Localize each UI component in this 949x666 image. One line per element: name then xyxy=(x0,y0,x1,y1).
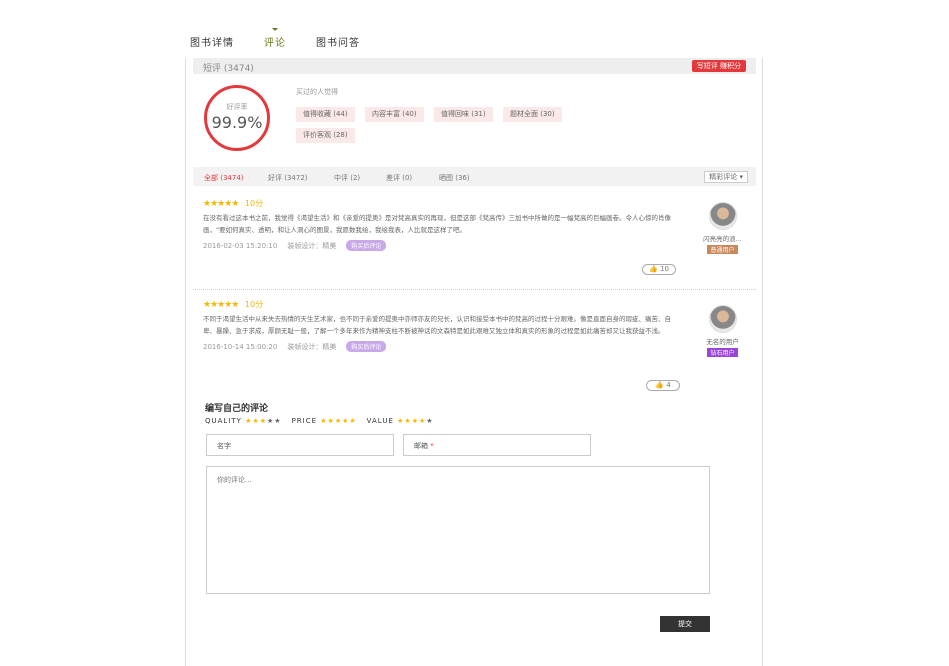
required-mark: * xyxy=(430,442,434,450)
write-review-title: 编写自己的评论 xyxy=(205,404,269,414)
filter-all[interactable]: 全部 (3474) xyxy=(204,173,244,183)
rating-inputs: QUALITY ★★★★★ PRICE ★★★★★ VALUE ★★★★★ xyxy=(205,417,434,425)
review-stars: ★★★★★ xyxy=(203,300,239,310)
review-item: ★★★★★ 10分 不同于渴望生活中从来失去热情的天生艺术家，也不同于亲爱的提奥… xyxy=(203,299,675,352)
price-label: PRICE xyxy=(291,417,318,425)
filter-bad[interactable]: 差评 (0) xyxy=(386,173,412,183)
detail-tabs: 图书详情 评论 图书问答 xyxy=(190,28,360,49)
review-text: 不同于渴望生活中从来失去热情的天生艺术家，也不同于亲爱的提奥中亦师亦友的兄长，认… xyxy=(203,315,671,335)
price-stars[interactable]: ★★★★★ xyxy=(320,417,356,425)
review-date: 2016-02-03 15:20:10 xyxy=(203,241,278,250)
review-score: 10分 xyxy=(244,199,264,208)
write-review-button[interactable]: 写短评 赚积分 xyxy=(691,60,746,72)
quality-rating: QUALITY ★★★★★ xyxy=(205,417,282,425)
user-name[interactable]: 闪亮亮的浪... xyxy=(700,233,745,243)
purchase-badge: 购买后评论 xyxy=(346,240,387,251)
submit-button[interactable]: 提交 xyxy=(660,616,710,632)
positive-rate-circle: 好评率 99.9% xyxy=(204,85,270,151)
email-label: 邮箱 xyxy=(414,442,428,450)
price-rating: PRICE ★★★★★ xyxy=(292,417,357,425)
like-button[interactable]: 👍 4 xyxy=(646,380,680,391)
review-score: 10分 xyxy=(244,300,264,309)
email-field[interactable]: 邮箱 * xyxy=(403,434,591,456)
review-item: ★★★★★ 10分 在没有看过这本书之前，我觉得《渴望生活》和《亲爱的提奥》是对… xyxy=(203,198,675,251)
sort-select[interactable]: 精彩评论 ▾ xyxy=(704,171,748,183)
tag-objective[interactable]: 评价客观 (28) xyxy=(296,128,355,143)
like-count: 4 xyxy=(666,381,671,389)
tab-book-qa[interactable]: 图书问答 xyxy=(316,34,360,49)
like-button[interactable]: 👍 10 xyxy=(642,264,676,275)
thumbs-up-icon: 👍 xyxy=(655,381,664,389)
tag-collectible[interactable]: 值得收藏 (44) xyxy=(296,107,355,122)
like-count: 10 xyxy=(660,265,669,273)
tag-comprehensive[interactable]: 题材全面 (30) xyxy=(503,107,562,122)
name-label: 名字 xyxy=(217,442,231,450)
short-reviews-count: (3474) xyxy=(223,64,254,74)
comment-textarea[interactable]: 你的评论... xyxy=(206,466,710,594)
thumbs-up-icon: 👍 xyxy=(649,265,658,273)
review-meta: 2016-10-14 15:00:20 装帧设计：精美 购买后评论 xyxy=(203,341,675,352)
short-reviews-label: 短评 xyxy=(203,64,222,74)
avatar[interactable] xyxy=(708,202,737,230)
review-binding: 装帧设计：精美 xyxy=(287,241,337,250)
quality-stars[interactable]: ★★★★★ xyxy=(245,417,281,425)
review-user: 闪亮亮的浪... 普通用户 xyxy=(700,202,745,254)
review-stars: ★★★★★ xyxy=(203,199,239,209)
review-filter-bar: 全部 (3474) 好评 (3472) 中评 (2) 差评 (0) 晒图 (36… xyxy=(193,167,756,186)
buyers-think-label: 买过的人觉得 xyxy=(296,88,338,96)
filter-medium[interactable]: 中评 (2) xyxy=(334,173,360,183)
value-rating: VALUE ★★★★★ xyxy=(367,417,434,425)
quality-label: QUALITY xyxy=(205,417,242,425)
review-text: 在没有看过这本书之前，我觉得《渴望生活》和《亲爱的提奥》是对梵高真实的再现，但是… xyxy=(203,214,671,234)
positive-rate-label: 好评率 xyxy=(226,103,248,111)
divider xyxy=(193,289,756,290)
review-user: 无名的用户 钻石用户 xyxy=(700,305,745,357)
review-meta: 2016-02-03 15:20:10 装帧设计：精美 购买后评论 xyxy=(203,240,675,251)
value-label: VALUE xyxy=(366,417,394,425)
name-field[interactable]: 名字 xyxy=(206,434,394,456)
purchase-badge: 购买后评论 xyxy=(346,341,387,352)
tab-reviews[interactable]: 评论 xyxy=(264,28,286,49)
short-reviews-header: 短评 (3474) 写短评 赚积分 xyxy=(193,58,756,74)
user-level-badge: 普通用户 xyxy=(707,245,738,254)
tag-worth-savoring[interactable]: 值得回味 (31) xyxy=(434,107,493,122)
value-stars[interactable]: ★★★★★ xyxy=(397,417,433,425)
avatar[interactable] xyxy=(708,305,737,333)
tag-rich-content[interactable]: 内容丰富 (40) xyxy=(365,107,424,122)
tab-book-details[interactable]: 图书详情 xyxy=(190,34,234,49)
short-reviews-title: 短评 (3474) xyxy=(203,61,254,74)
positive-rate-value: 99.9% xyxy=(211,113,263,132)
user-name[interactable]: 无名的用户 xyxy=(700,336,745,346)
filter-photos[interactable]: 晒图 (36) xyxy=(439,173,470,183)
filter-good[interactable]: 好评 (3472) xyxy=(268,173,308,183)
review-binding: 装帧设计：精美 xyxy=(287,342,337,351)
user-level-badge: 钻石用户 xyxy=(707,348,738,357)
review-date: 2016-10-14 15:00:20 xyxy=(203,342,278,351)
